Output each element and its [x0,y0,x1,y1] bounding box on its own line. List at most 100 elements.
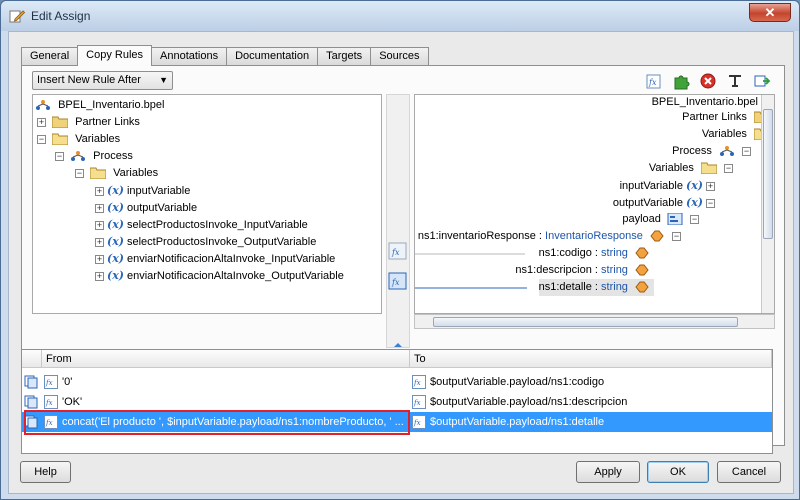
tab-targets[interactable]: Targets [317,47,372,66]
source-variable-item[interactable]: + (x) selectProductosInvoke_OutputVariable [95,233,316,250]
title-bar[interactable]: Edit Assign ✕ [1,1,799,31]
target-vertical-scrollbar[interactable] [761,95,774,313]
source-variable-item[interactable]: + (x) selectProductosInvoke_InputVariable [95,216,308,233]
chevron-down-icon: ▼ [159,75,168,85]
svg-text:fx: fx [413,419,421,427]
variable-icon: (x) [107,235,124,248]
close-button[interactable]: ✕ [749,3,791,22]
tab-general[interactable]: General [21,47,79,66]
collapse-icon[interactable]: − [690,214,699,224]
variable-icon: (x) [107,218,124,231]
help-button[interactable]: Help [20,461,71,483]
xml-fragment-icon[interactable] [752,71,772,91]
row-icon-header [22,350,42,368]
expression-icon: fx [44,395,58,410]
scroll-thumb[interactable] [763,109,773,239]
mapping-lines [415,253,527,289]
column-header-from[interactable]: From [42,350,410,368]
collapse-icon[interactable]: − [742,146,751,156]
svg-text:fx: fx [413,399,421,407]
tab-documentation[interactable]: Documentation [226,47,319,66]
target-payload[interactable]: payload − [622,211,702,228]
source-variables[interactable]: − Variables [37,131,120,148]
expand-icon[interactable]: + [95,271,104,281]
collapse-icon[interactable]: − [75,168,84,178]
expression-icon: fx [412,395,426,410]
tab-copy-rules[interactable]: Copy Rules [77,45,152,66]
process-icon [719,146,734,157]
collapse-icon[interactable]: − [672,231,681,241]
to-cell: fx $outputVariable.payload/ns1:descripcio… [412,395,628,410]
expand-icon[interactable]: + [95,220,104,230]
collapse-icon[interactable]: − [706,198,715,208]
variable-icon: (x) [107,269,124,282]
ok-button[interactable]: OK [647,461,709,483]
expand-icon[interactable]: + [95,254,104,264]
copy-rules-table: From To fx '0' fx $outputVariable.payload/… [21,349,773,454]
cancel-button[interactable]: Cancel [717,461,781,483]
source-partner-links[interactable]: + Partner Links [37,114,140,131]
target-output-variable[interactable]: outputVariable (x) − [613,194,718,211]
tab-sources[interactable]: Sources [370,47,429,66]
puzzle-icon[interactable] [671,71,691,91]
element-icon [635,247,649,259]
process-icon [71,151,86,162]
from-cell: fx 'OK' [44,395,83,410]
target-horizontal-scrollbar[interactable] [414,314,775,329]
expression-icon: fx [412,375,426,390]
from-cell: fx '0' [44,375,73,390]
svg-text:fx: fx [391,278,400,287]
mapping-strip: fx fx [386,94,410,348]
expression-icon[interactable]: fx [644,71,664,91]
column-header-to[interactable]: To [410,350,772,368]
svg-text:fx: fx [648,78,657,87]
target-process[interactable]: Process − [672,143,754,160]
expand-icon[interactable]: + [95,186,104,196]
message-part-icon [667,213,683,226]
rule-mode-value: Insert New Rule After [37,74,141,86]
svg-text:fx: fx [391,248,400,257]
rule-toolbar: fx [644,71,772,91]
edit-assign-dialog: Edit Assign ✕ General Copy Rules Annotat… [0,0,800,500]
expand-icon[interactable]: + [95,237,104,247]
copy-rule-icon [24,375,38,389]
variable-icon: (x) [107,201,124,214]
expression-icon: fx [44,375,58,390]
expand-icon[interactable]: + [37,117,46,127]
table-row[interactable]: fx 'OK' fx $outputVariable.payload/ns1:des… [22,392,772,412]
tab-annotations[interactable]: Annotations [151,47,228,66]
rule-mode-select[interactable]: Insert New Rule After ▼ [32,71,173,90]
collapse-icon[interactable]: − [724,163,733,173]
to-cell: fx $outputVariable.payload/ns1:detalle [412,415,605,430]
expand-icon[interactable]: + [706,181,715,191]
svg-text:fx: fx [45,379,53,387]
source-process-variables[interactable]: − Variables [75,165,158,182]
source-process[interactable]: − Process [55,148,133,165]
variable-icon: (x) [686,179,703,192]
source-variable-item[interactable]: + (x) enviarNotificacionAltaInvoke_OutputV… [95,267,344,284]
tab-bar: General Copy Rules Annotations Documenta… [21,45,429,66]
target-tree: BPEL_Inventario.bpel Partner Links Varia… [414,94,775,314]
target-input-variable[interactable]: inputVariable (x) + [620,177,718,194]
apply-button[interactable]: Apply [576,461,640,483]
source-root[interactable]: BPEL_Inventario.bpel [35,97,164,114]
literal-icon[interactable] [725,71,745,91]
delete-icon[interactable] [698,71,718,91]
source-variable-item[interactable]: + (x) inputVariable [95,182,190,199]
source-variable-item[interactable]: + (x) outputVariable [95,199,197,216]
scroll-thumb[interactable] [433,317,738,327]
source-tree: BPEL_Inventario.bpel + Partner Links − V… [32,94,382,314]
copy-rule-icon [24,395,38,409]
element-icon [650,230,664,242]
element-icon [635,281,649,293]
mapping-connectors: fx fx [388,242,407,347]
source-variable-item[interactable]: + (x) enviarNotificacionAltaInvoke_InputVa… [95,250,335,267]
svg-text:fx: fx [413,379,421,387]
window-title: Edit Assign [31,9,91,23]
table-row[interactable]: fx '0' fx $outputVariable.payload/ns1:codi… [22,372,772,392]
expand-icon[interactable]: + [95,203,104,213]
variable-icon: (x) [107,252,124,265]
collapse-icon[interactable]: − [55,151,64,161]
collapse-icon[interactable]: − [37,134,46,144]
target-process-variables[interactable]: Variables − [649,160,736,177]
